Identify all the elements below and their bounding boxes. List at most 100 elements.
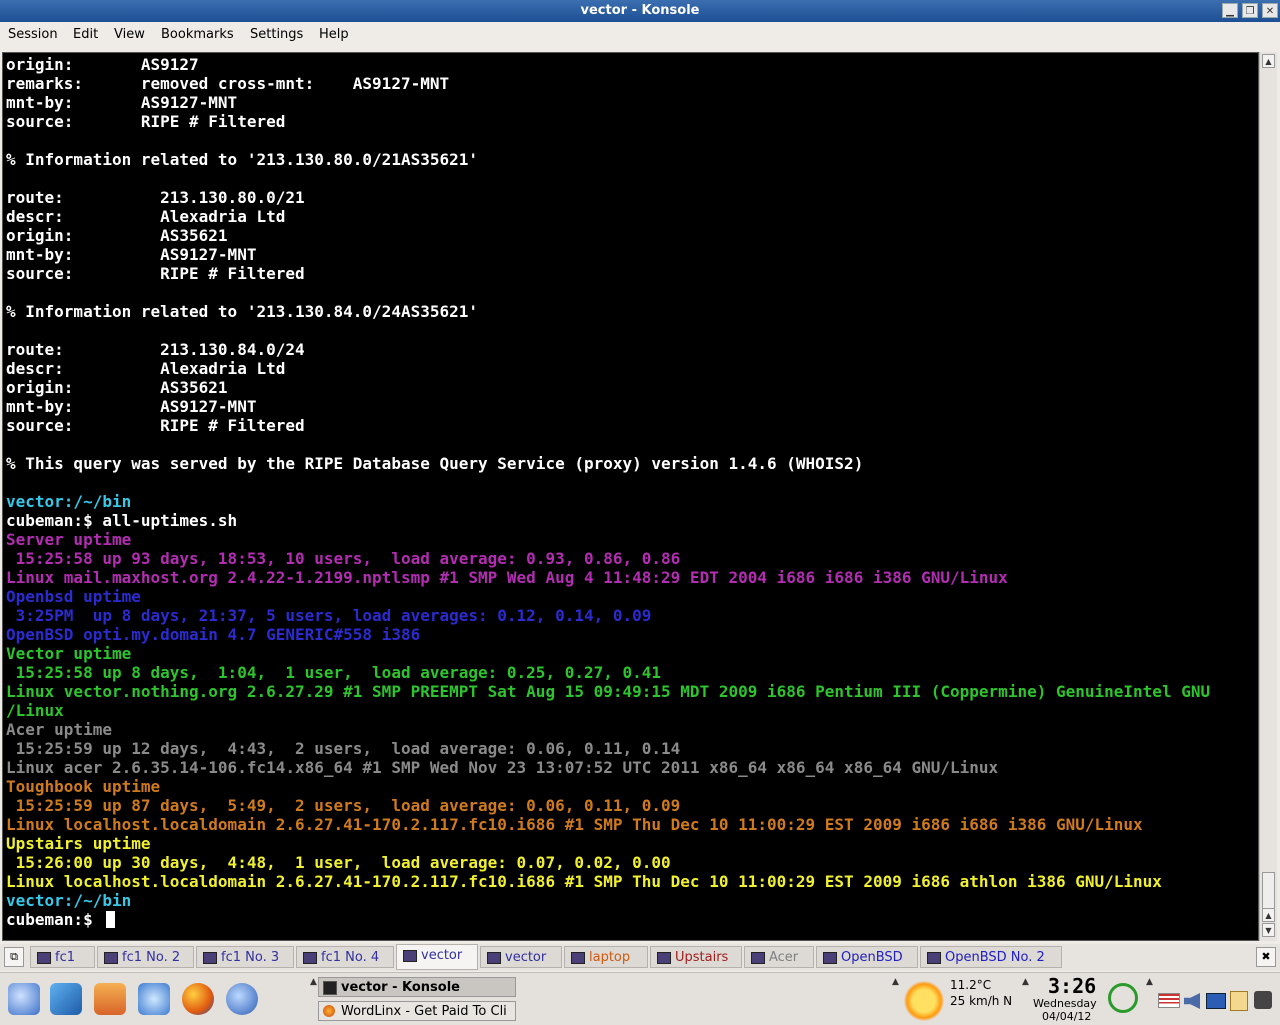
terminal-tab-icon [823, 952, 837, 964]
tab-laptop[interactable]: laptop [564, 946, 648, 968]
clock-date: 04/04/12 [1042, 1010, 1092, 1023]
terminal-line: 3:25PM up 8 days, 21:37, 5 users, load a… [6, 606, 652, 625]
tab-fc1[interactable]: fc1 [30, 946, 95, 968]
terminal-line: descr: Alexadria Ltd [6, 207, 286, 226]
terminal-line: Linux mail.maxhost.org 2.4.22-1.2199.npt… [6, 568, 1008, 587]
terminal-line: 15:26:00 up 30 days, 4:48, 1 user, load … [6, 853, 671, 872]
tab-label: vector [421, 948, 463, 963]
task-firefox[interactable]: WordLinx - Get Paid To Cli [318, 1001, 516, 1021]
terminal-line: % Information related to '213.130.84.0/2… [6, 302, 479, 321]
terminal-line: route: 213.130.80.0/21 [6, 188, 305, 207]
home-icon[interactable] [94, 983, 126, 1015]
terminal-line: mnt-by: AS9127-MNT [6, 245, 257, 264]
tab-fc1-no-2[interactable]: fc1 No. 2 [97, 946, 194, 968]
weather-wind: 25 km/h N [950, 994, 1013, 1008]
terminal-line: 15:25:58 up 8 days, 1:04, 1 user, load a… [6, 663, 662, 682]
terminal-line: Server uptime [6, 530, 132, 549]
us-flag-keyboard-icon[interactable] [1158, 993, 1180, 1008]
tab-fc1-no-4[interactable]: fc1 No. 4 [296, 946, 394, 968]
terminal-line: Acer uptime [6, 720, 112, 739]
terminal-line: cubeman:$ all-uptimes.sh [6, 511, 238, 530]
task-label: vector - Konsole [341, 980, 460, 995]
terminal-output[interactable]: origin: AS9127 remarks: removed cross-mnt… [2, 52, 1259, 941]
terminal-tab-icon [37, 952, 51, 964]
new-session-icon[interactable]: ⧉ [4, 947, 24, 967]
tab-label: Acer [769, 950, 799, 965]
scroll-up-arrow-icon[interactable]: ▲ [1262, 54, 1275, 68]
konqueror-icon[interactable] [226, 983, 258, 1015]
menu-edit[interactable]: Edit [73, 27, 98, 42]
tab-label: fc1 [55, 950, 75, 965]
scroll-down-arrow-icon[interactable]: ▲ [1262, 908, 1275, 922]
menu-view[interactable]: View [114, 27, 145, 42]
terminal-line: origin: AS9127 [6, 55, 199, 74]
menu-session[interactable]: Session [8, 27, 58, 42]
tray-arrow-icon[interactable]: ▲ [1146, 977, 1153, 987]
terminal-line: Vector uptime [6, 644, 132, 663]
terminal-tab-icon [657, 952, 671, 964]
tab-vector[interactable]: vector [480, 946, 562, 968]
terminal-line: source: RIPE # Filtered [6, 264, 305, 283]
file-manager-icon[interactable] [50, 983, 82, 1015]
window-titlebar[interactable]: vector - Konsole ▁ ❐ ✕ [0, 0, 1280, 22]
tab-label: Upstairs [675, 950, 729, 965]
tab-fc1-no-3[interactable]: fc1 No. 3 [196, 946, 294, 968]
terminal-tab-icon [303, 952, 317, 964]
window-title: vector - Konsole [580, 3, 700, 18]
weather-temperature: 11.2°C [950, 978, 992, 992]
firefox-icon [323, 1005, 335, 1017]
terminal-scrollbar[interactable]: ▲ ▲ ▼ [1259, 52, 1277, 941]
terminal-line: mnt-by: AS9127-MNT [6, 93, 238, 112]
tab-label: fc1 No. 2 [122, 950, 181, 965]
terminal-line: source: RIPE # Filtered [6, 112, 286, 131]
terminal-line: Linux localhost.localdomain 2.6.27.41-17… [6, 815, 1143, 834]
terminal-line: origin: AS35621 [6, 226, 228, 245]
firefox-icon[interactable] [182, 983, 214, 1015]
terminal-line: Linux acer 2.6.35.14-106.fc14.x86_64 #1 … [6, 758, 999, 777]
close-button[interactable]: ✕ [1262, 3, 1278, 18]
klipper-icon[interactable] [1230, 991, 1248, 1011]
terminal-tab-icon [487, 952, 501, 964]
menu-settings[interactable]: Settings [250, 27, 303, 42]
tab-openbsd[interactable]: OpenBSD [816, 946, 918, 968]
clock-time[interactable]: 3:26 [1048, 974, 1096, 998]
weather-arrow-icon[interactable]: ▲ [892, 977, 899, 987]
menu-bar: Session Edit View Bookmarks Settings Hel… [0, 22, 1280, 46]
terminal-line: Linux vector.nothing.org 2.6.27.29 #1 SM… [6, 682, 1211, 701]
kde-menu-icon[interactable] [8, 983, 40, 1015]
tab-label: vector [505, 950, 547, 965]
maximize-button[interactable]: ❐ [1242, 3, 1258, 18]
terminal-line: cubeman:$ [6, 910, 103, 929]
terminal-line: remarks: removed cross-mnt: AS9127-MNT [6, 74, 450, 93]
tab-openbsd-no-2[interactable]: OpenBSD No. 2 [920, 946, 1062, 968]
terminal-line: 15:25:59 up 12 days, 4:43, 2 users, load… [6, 739, 681, 758]
terminal-line: 15:25:59 up 87 days, 5:49, 2 users, load… [6, 796, 681, 815]
tab-label: laptop [589, 950, 631, 965]
power-icon[interactable] [1254, 991, 1272, 1009]
close-session-icon[interactable]: ✖ [1256, 947, 1276, 967]
terminal-line: % Information related to '213.130.80.0/2… [6, 150, 479, 169]
tab-vector[interactable]: vector [396, 944, 478, 970]
terminal-line: /Linux [6, 701, 64, 720]
terminal-line: origin: AS35621 [6, 378, 228, 397]
menu-bookmarks[interactable]: Bookmarks [161, 27, 234, 42]
kde-panel: ▲ vector - Konsole WordLinx - Get Paid T… [0, 972, 1280, 1025]
terminal-line: Toughbook uptime [6, 777, 161, 796]
tab-acer[interactable]: Acer [744, 946, 814, 968]
task-konsole[interactable]: vector - Konsole [318, 977, 516, 997]
volume-icon[interactable] [1184, 993, 1200, 1009]
tab-upstairs[interactable]: Upstairs [650, 946, 742, 968]
terminal-line: descr: Alexadria Ltd [6, 359, 286, 378]
taskbar-scroll-up-icon[interactable]: ▲ [310, 977, 317, 987]
terminal-line: Upstairs uptime [6, 834, 151, 853]
clock-arrow-icon[interactable]: ▲ [1022, 977, 1029, 987]
minimize-button[interactable]: ▁ [1222, 3, 1238, 18]
network-icon[interactable] [138, 983, 170, 1015]
scroll-down-arrow-icon[interactable]: ▼ [1262, 923, 1275, 937]
wireless-icon[interactable] [1108, 983, 1138, 1013]
sun-weather-icon[interactable] [904, 981, 944, 1021]
display-icon[interactable] [1206, 993, 1226, 1009]
terminal-line: Linux localhost.localdomain 2.6.27.41-17… [6, 872, 1162, 891]
menu-help[interactable]: Help [319, 27, 349, 42]
tab-label: fc1 No. 3 [221, 950, 280, 965]
